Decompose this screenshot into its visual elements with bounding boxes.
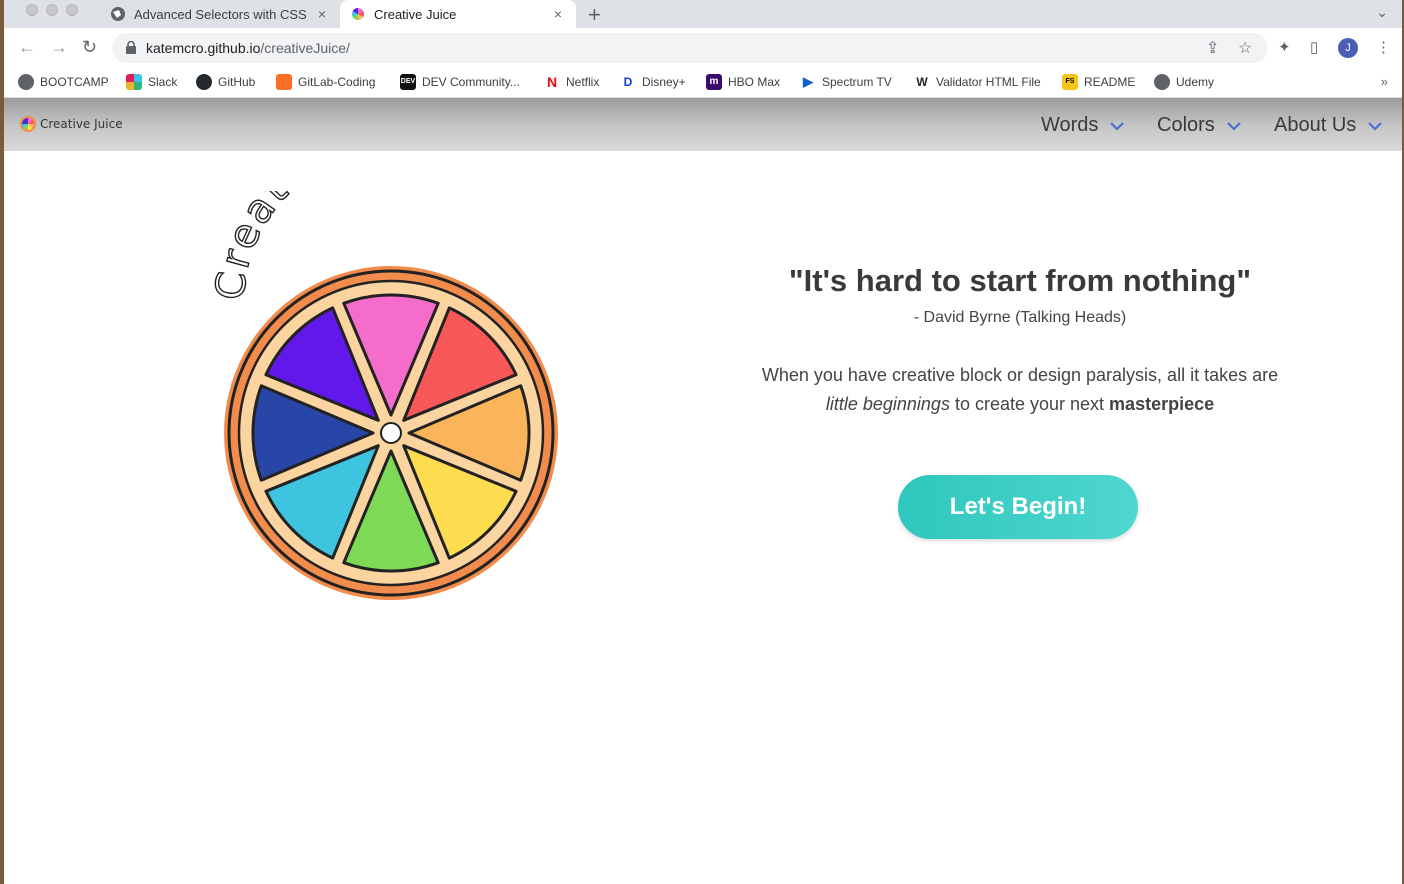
forward-arrow-icon[interactable]: → xyxy=(50,37,68,58)
share-icon[interactable]: ⇪ xyxy=(1206,38,1219,58)
reload-icon[interactable]: ↻ xyxy=(82,37,97,58)
profile-avatar[interactable]: J xyxy=(1338,38,1358,58)
creative-juice-logo: Creative Juice xyxy=(207,191,558,600)
bookmark-github[interactable]: GitHub xyxy=(196,74,255,90)
creative-juice-favicon-icon xyxy=(352,8,364,20)
tab-strip: Advanced Selectors with CSS × Creative J… xyxy=(4,0,1402,28)
validator-icon: W xyxy=(916,75,928,89)
lets-begin-button[interactable]: Let's Begin! xyxy=(898,475,1138,539)
new-tab-button[interactable]: + xyxy=(588,2,601,28)
zoom-window-icon[interactable] xyxy=(66,4,78,16)
orange-logo-icon xyxy=(20,116,36,132)
tab-title: Advanced Selectors with CSS xyxy=(134,6,307,22)
globe-icon xyxy=(18,74,34,90)
bookmark-bootcamp[interactable]: BOOTCAMP xyxy=(18,74,109,90)
tab-title: Creative Juice xyxy=(374,6,457,22)
extensions-puzzle-icon[interactable]: ✦ xyxy=(1278,38,1291,56)
chevron-down-icon xyxy=(1227,121,1241,131)
tab-advanced-selectors[interactable]: Advanced Selectors with CSS × xyxy=(100,0,340,28)
bookmark-hbo-max[interactable]: m HBO Max xyxy=(706,74,780,90)
bookmark-star-icon[interactable]: ☆ xyxy=(1238,38,1252,58)
readme-icon: FS xyxy=(1062,74,1078,90)
site-navbar: Creative Juice Words Colors About Us xyxy=(4,98,1402,151)
spectrum-play-icon: ▶ xyxy=(803,74,813,89)
browser-window: Advanced Selectors with CSS × Creative J… xyxy=(4,0,1402,884)
back-arrow-icon[interactable]: ← xyxy=(18,37,36,58)
bookmark-gitlab[interactable]: GitLab-Coding xyxy=(276,74,375,90)
tab-search-chevron-icon[interactable]: ⌄ xyxy=(1376,4,1388,21)
nav-logo[interactable]: Creative Juice xyxy=(20,116,123,132)
close-window-icon[interactable] xyxy=(26,4,38,16)
quote-heading: "It's hard to start from nothing" xyxy=(788,263,1252,298)
side-panel-icon[interactable]: ▯ xyxy=(1310,38,1318,56)
bookmark-spectrum[interactable]: ▶ Spectrum TV xyxy=(800,74,892,90)
menu-colors[interactable]: Colors xyxy=(1157,114,1241,137)
github-icon xyxy=(196,74,212,90)
bookmark-validator[interactable]: W Validator HTML File xyxy=(914,74,1040,90)
dev-icon: DEV xyxy=(400,74,416,90)
gitlab-icon xyxy=(276,74,292,90)
chevron-down-icon xyxy=(1368,121,1383,131)
page-content: Creative Juice "It's hard to start from … xyxy=(4,151,1402,884)
disney-icon: D xyxy=(623,75,633,89)
description-text: When you have creative block or design p… xyxy=(761,365,1279,414)
more-menu-icon[interactable]: ⋮ xyxy=(1376,38,1391,56)
quote-author: - David Byrne (Talking Heads) xyxy=(913,309,1127,326)
tab-close-icon[interactable]: × xyxy=(548,6,568,22)
bookmarks-overflow-icon[interactable]: » xyxy=(1381,74,1388,89)
globe-icon xyxy=(111,7,125,21)
bookmark-readme[interactable]: FS README xyxy=(1062,74,1135,90)
bookmark-dev-community[interactable]: DEV DEV Community... xyxy=(400,74,520,90)
bookmarks-bar: BOOTCAMP Slack GitHub GitLab-Coding DEV D… xyxy=(4,68,1402,98)
bookmark-udemy[interactable]: Udemy xyxy=(1154,74,1214,90)
netflix-icon: N xyxy=(546,74,558,90)
tab-close-icon[interactable]: × xyxy=(312,6,332,22)
url-text[interactable]: katemcro.github.io/creativeJuice/ xyxy=(146,40,350,56)
menu-about-us[interactable]: About Us xyxy=(1274,114,1383,137)
tab-creative-juice[interactable]: Creative Juice × xyxy=(340,0,576,28)
bookmark-netflix[interactable]: N Netflix xyxy=(544,74,599,90)
slack-icon xyxy=(126,74,142,90)
globe-icon xyxy=(1154,74,1170,90)
chevron-down-icon xyxy=(1110,121,1125,131)
browser-toolbar: ← → ↻ katemcro.github.io/creativeJuice/ … xyxy=(4,28,1402,68)
bookmark-disney[interactable]: D Disney+ xyxy=(620,74,686,90)
minimize-window-icon[interactable] xyxy=(46,4,58,16)
bookmark-slack[interactable]: Slack xyxy=(126,74,177,90)
address-bar[interactable]: katemcro.github.io/creativeJuice/ ⇪ ☆ xyxy=(112,33,1268,63)
lock-icon[interactable] xyxy=(126,41,136,54)
menu-words[interactable]: Words xyxy=(1041,114,1125,137)
hbo-max-icon: m xyxy=(706,74,722,90)
